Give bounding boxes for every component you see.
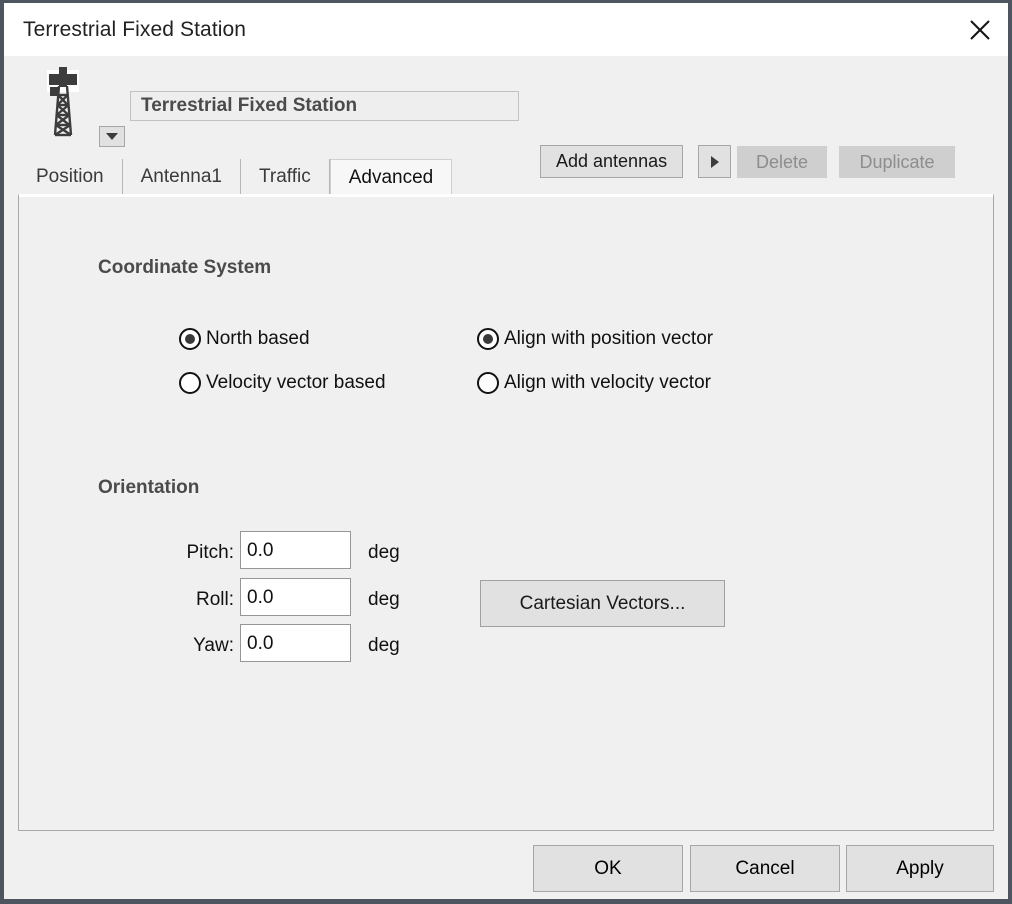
add-antennas-menu-button[interactable]: [698, 145, 731, 178]
pitch-unit-label: deg: [368, 542, 400, 563]
radio-velocity-vector-based[interactable]: Velocity vector based: [179, 372, 386, 394]
roll-unit-label: deg: [368, 589, 400, 610]
tab-traffic[interactable]: Traffic: [241, 159, 330, 195]
radio-align-with-position-vector-label: Align with position vector: [504, 328, 714, 349]
yaw-unit-label: deg: [368, 635, 400, 656]
advanced-tab-panel-inner: Coordinate System North based Velocity v…: [19, 195, 993, 830]
roll-input[interactable]: [240, 578, 351, 616]
header-bar: Terrestrial Fixed Station Add antennas D…: [4, 56, 1008, 178]
tab-advanced[interactable]: Advanced: [329, 159, 453, 195]
station-type-dropdown-button[interactable]: [99, 126, 125, 147]
radio-north-based-label: North based: [206, 328, 310, 349]
coordinate-system-heading: Coordinate System: [98, 257, 272, 278]
close-button[interactable]: [952, 3, 1008, 56]
radio-indicator: [477, 372, 499, 394]
radio-north-based[interactable]: North based: [179, 328, 310, 350]
advanced-tab-panel: Coordinate System North based Velocity v…: [18, 194, 994, 831]
duplicate-button[interactable]: Duplicate: [839, 146, 955, 178]
roll-label: Roll:: [195, 589, 234, 610]
radio-align-with-velocity-vector[interactable]: Align with velocity vector: [477, 372, 711, 394]
station-name-field[interactable]: Terrestrial Fixed Station: [130, 91, 519, 121]
cartesian-vectors-button[interactable]: Cartesian Vectors...: [480, 580, 725, 627]
cancel-button[interactable]: Cancel: [690, 845, 840, 892]
pitch-label: Pitch:: [186, 542, 234, 563]
tab-strip: Position Antenna1 Traffic Advanced: [18, 159, 453, 195]
pitch-input[interactable]: [240, 531, 351, 569]
yaw-label: Yaw:: [193, 635, 234, 656]
window-title: Terrestrial Fixed Station: [23, 17, 247, 41]
radio-indicator: [477, 328, 499, 350]
apply-button[interactable]: Apply: [846, 845, 994, 892]
radio-tower-icon: [42, 65, 84, 141]
tab-antenna1[interactable]: Antenna1: [123, 159, 241, 195]
radio-align-with-position-vector[interactable]: Align with position vector: [477, 328, 713, 350]
radio-indicator: [179, 328, 201, 350]
radio-align-with-velocity-vector-label: Align with velocity vector: [504, 372, 711, 393]
title-bar: Terrestrial Fixed Station: [4, 3, 1008, 56]
tab-position[interactable]: Position: [18, 159, 123, 195]
close-icon: [967, 17, 993, 43]
radio-velocity-vector-based-label: Velocity vector based: [206, 372, 386, 393]
radio-indicator: [179, 372, 201, 394]
triangle-right-icon: [710, 155, 719, 168]
orientation-heading: Orientation: [98, 477, 200, 498]
dialog-window: Terrestrial Fixed Station Terrestrial Fi…: [0, 0, 1012, 904]
add-antennas-button[interactable]: Add antennas: [540, 145, 684, 178]
delete-button[interactable]: Delete: [737, 146, 827, 178]
chevron-down-icon: [106, 133, 118, 140]
ok-button[interactable]: OK: [533, 845, 683, 892]
yaw-input[interactable]: [240, 624, 351, 662]
